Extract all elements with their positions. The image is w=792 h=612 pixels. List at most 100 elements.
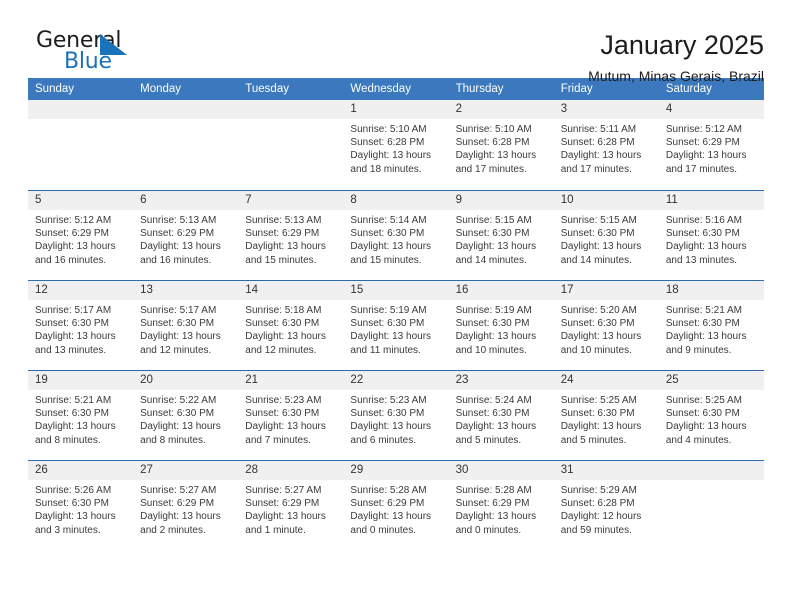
- daylight-text-line1: Daylight: 13 hours: [35, 241, 116, 253]
- daylight-text-line2: and 13 minutes.: [35, 344, 107, 356]
- calendar-day-cell[interactable]: 22 Sunrise: 5:23 AM Sunset: 6:30 PM Dayligh…: [343, 371, 449, 460]
- calendar-day-cell[interactable]: 1 Sunrise: 5:10 AM Sunset: 6:28 PM Daylight…: [343, 100, 449, 190]
- day-number: 18: [658, 281, 764, 300]
- calendar-day-cell[interactable]: 11 Sunrise: 5:16 AM Sunset: 6:30 PM Dayligh…: [658, 191, 764, 280]
- calendar-day-cell[interactable]: 17 Sunrise: 5:20 AM Sunset: 6:30 PM Dayligh…: [553, 281, 659, 370]
- daylight-text-line2: and 5 minutes.: [560, 434, 627, 446]
- sunset-text: Sunset: 6:30 PM: [245, 318, 320, 330]
- day-number: 16: [448, 281, 554, 300]
- sunset-text: Sunset: 6:29 PM: [455, 498, 530, 510]
- day-number: 5: [28, 191, 134, 210]
- calendar-day-cell[interactable]: 4 Sunrise: 5:12 AM Sunset: 6:29 PM Daylight…: [658, 100, 764, 190]
- day-sun-info: Sunrise: 5:27 AM Sunset: 6:29 PM Daylight:…: [133, 480, 238, 537]
- calendar-day-cell[interactable]: 24 Sunrise: 5:25 AM Sunset: 6:30 PM Dayligh…: [553, 371, 659, 460]
- calendar-day-cell[interactable]: 8 Sunrise: 5:14 AM Sunset: 6:30 PM Daylight…: [343, 191, 449, 280]
- calendar-day-cell[interactable]: 29 Sunrise: 5:28 AM Sunset: 6:29 PM Dayligh…: [343, 461, 449, 550]
- calendar-day-cell[interactable]: 13 Sunrise: 5:17 AM Sunset: 6:30 PM Dayligh…: [133, 281, 239, 370]
- daylight-text-line1: Daylight: 13 hours: [665, 241, 747, 253]
- calendar-day-cell[interactable]: 28 Sunrise: 5:27 AM Sunset: 6:29 PM Dayligh…: [238, 461, 344, 550]
- sunset-text: Sunset: 6:30 PM: [455, 408, 530, 420]
- day-sun-info: Sunrise: 5:19 AM Sunset: 6:30 PM Daylight:…: [449, 300, 554, 357]
- calendar-body: 1 Sunrise: 5:10 AM Sunset: 6:28 PM Daylight…: [28, 100, 764, 550]
- day-sun-info: Sunrise: 5:23 AM Sunset: 6:30 PM Daylight:…: [343, 390, 448, 447]
- sunrise-text: Sunrise: 5:28 AM: [350, 485, 427, 496]
- sunset-text: Sunset: 6:28 PM: [560, 137, 635, 149]
- day-number: 31: [553, 461, 659, 480]
- daylight-text-line1: Daylight: 13 hours: [140, 241, 221, 253]
- day-number: [28, 100, 134, 119]
- sunset-text: Sunset: 6:30 PM: [455, 228, 530, 240]
- day-sun-info: Sunrise: 5:12 AM Sunset: 6:29 PM Daylight:…: [659, 119, 764, 176]
- calendar-day-cell[interactable]: 15 Sunrise: 5:19 AM Sunset: 6:30 PM Dayligh…: [343, 281, 449, 370]
- calendar-day-cell[interactable]: 26 Sunrise: 5:26 AM Sunset: 6:30 PM Dayligh…: [28, 461, 134, 550]
- daylight-text-line1: Daylight: 13 hours: [455, 511, 537, 523]
- daylight-text-line2: and 13 minutes.: [665, 254, 738, 266]
- sunset-text: Sunset: 6:30 PM: [560, 408, 635, 420]
- day-sun-info: Sunrise: 5:24 AM Sunset: 6:30 PM Daylight:…: [449, 390, 554, 447]
- calendar-day-cell[interactable]: 31 Sunrise: 5:29 AM Sunset: 6:28 PM Dayligh…: [553, 461, 659, 550]
- day-sun-info: Sunrise: 5:10 AM Sunset: 6:28 PM Daylight:…: [343, 119, 448, 176]
- daylight-text-line2: and 16 minutes.: [35, 254, 107, 266]
- day-number: 29: [343, 461, 449, 480]
- day-number: 11: [658, 191, 764, 210]
- day-number: 27: [133, 461, 239, 480]
- daylight-text-line1: Daylight: 13 hours: [140, 511, 221, 523]
- day-sun-info: Sunrise: 5:18 AM Sunset: 6:30 PM Daylight:…: [238, 300, 343, 357]
- daylight-text-line1: Daylight: 13 hours: [35, 331, 116, 343]
- sunset-text: Sunset: 6:29 PM: [35, 228, 109, 240]
- day-sun-info: Sunrise: 5:17 AM Sunset: 6:30 PM Daylight:…: [133, 300, 238, 357]
- sunrise-text: Sunrise: 5:13 AM: [245, 215, 322, 226]
- sunset-text: Sunset: 6:30 PM: [560, 318, 635, 330]
- daylight-text-line2: and 8 minutes.: [35, 434, 101, 446]
- weekday-friday: Friday: [560, 83, 593, 95]
- general-blue-logo[interactable]: General Blue: [28, 28, 148, 76]
- calendar-day-cell[interactable]: 5 Sunrise: 5:12 AM Sunset: 6:29 PM Daylight…: [28, 191, 134, 280]
- day-sun-info: Sunrise: 5:28 AM Sunset: 6:29 PM Daylight:…: [343, 480, 448, 537]
- calendar-day-cell[interactable]: 14 Sunrise: 5:18 AM Sunset: 6:30 PM Dayligh…: [238, 281, 344, 370]
- sunset-text: Sunset: 6:30 PM: [560, 228, 635, 240]
- calendar-day-cell[interactable]: 2 Sunrise: 5:10 AM Sunset: 6:28 PM Daylight…: [448, 100, 554, 190]
- calendar-day-cell[interactable]: 25 Sunrise: 5:25 AM Sunset: 6:30 PM Dayligh…: [658, 371, 764, 460]
- day-number: 22: [343, 371, 449, 390]
- calendar-day-cell[interactable]: 19 Sunrise: 5:21 AM Sunset: 6:30 PM Dayligh…: [28, 371, 134, 460]
- calendar-day-cell[interactable]: 7 Sunrise: 5:13 AM Sunset: 6:29 PM Daylight…: [238, 191, 344, 280]
- daylight-text-line1: Daylight: 13 hours: [350, 511, 432, 523]
- day-sun-info: Sunrise: 5:15 AM Sunset: 6:30 PM Daylight:…: [449, 210, 554, 267]
- calendar-week-row: 19 Sunrise: 5:21 AM Sunset: 6:30 PM Dayligh…: [28, 370, 764, 460]
- calendar-day-cell[interactable]: 21 Sunrise: 5:23 AM Sunset: 6:30 PM Dayligh…: [238, 371, 344, 460]
- sunset-text: Sunset: 6:30 PM: [665, 408, 740, 420]
- day-sun-info: Sunrise: 5:28 AM Sunset: 6:29 PM Daylight:…: [449, 480, 554, 537]
- day-number: 2: [448, 100, 554, 119]
- day-number: 9: [448, 191, 554, 210]
- calendar-day-cell[interactable]: 30 Sunrise: 5:28 AM Sunset: 6:29 PM Dayligh…: [448, 461, 554, 550]
- day-number: 28: [238, 461, 344, 480]
- sunrise-text: Sunrise: 5:12 AM: [665, 124, 742, 135]
- calendar-day-cell[interactable]: 18 Sunrise: 5:21 AM Sunset: 6:30 PM Dayligh…: [658, 281, 764, 370]
- calendar-day-cell[interactable]: 12 Sunrise: 5:17 AM Sunset: 6:30 PM Dayligh…: [28, 281, 134, 370]
- daylight-text-line1: Daylight: 13 hours: [455, 421, 537, 433]
- daylight-text-line2: and 0 minutes.: [350, 524, 417, 536]
- calendar-day-cell[interactable]: 23 Sunrise: 5:24 AM Sunset: 6:30 PM Dayligh…: [448, 371, 554, 460]
- calendar-day-cell[interactable]: 6 Sunrise: 5:13 AM Sunset: 6:29 PM Daylight…: [133, 191, 239, 280]
- sunset-text: Sunset: 6:28 PM: [455, 137, 530, 149]
- calendar-week-row: 1 Sunrise: 5:10 AM Sunset: 6:28 PM Daylight…: [28, 100, 764, 190]
- daylight-text-line2: and 8 minutes.: [140, 434, 206, 446]
- calendar-day-cell[interactable]: 27 Sunrise: 5:27 AM Sunset: 6:29 PM Dayligh…: [133, 461, 239, 550]
- daylight-text-line2: and 17 minutes.: [455, 163, 527, 175]
- calendar-day-cell[interactable]: 3 Sunrise: 5:11 AM Sunset: 6:28 PM Daylight…: [553, 100, 659, 190]
- daylight-text-line2: and 7 minutes.: [245, 434, 311, 446]
- page-title: January 2025: [600, 30, 764, 60]
- sunset-text: Sunset: 6:30 PM: [455, 318, 530, 330]
- calendar-day-cell[interactable]: 9 Sunrise: 5:15 AM Sunset: 6:30 PM Daylight…: [448, 191, 554, 280]
- calendar-day-cell-empty: [28, 100, 134, 190]
- day-sun-info: Sunrise: 5:20 AM Sunset: 6:30 PM Daylight:…: [554, 300, 659, 357]
- daylight-text-line2: and 15 minutes.: [350, 254, 422, 266]
- calendar-day-cell[interactable]: 16 Sunrise: 5:19 AM Sunset: 6:30 PM Dayligh…: [448, 281, 554, 370]
- calendar-day-cell[interactable]: 10 Sunrise: 5:15 AM Sunset: 6:30 PM Dayligh…: [553, 191, 659, 280]
- day-sun-info: Sunrise: 5:22 AM Sunset: 6:30 PM Daylight:…: [133, 390, 238, 447]
- calendar-page: General Blue January 2025 Mutum, Minas G…: [0, 0, 792, 612]
- weekday-saturday: Saturday: [665, 83, 712, 95]
- day-number: 15: [343, 281, 449, 300]
- calendar-day-cell[interactable]: 20 Sunrise: 5:22 AM Sunset: 6:30 PM Dayligh…: [133, 371, 239, 460]
- sunrise-text: Sunrise: 5:14 AM: [350, 215, 427, 226]
